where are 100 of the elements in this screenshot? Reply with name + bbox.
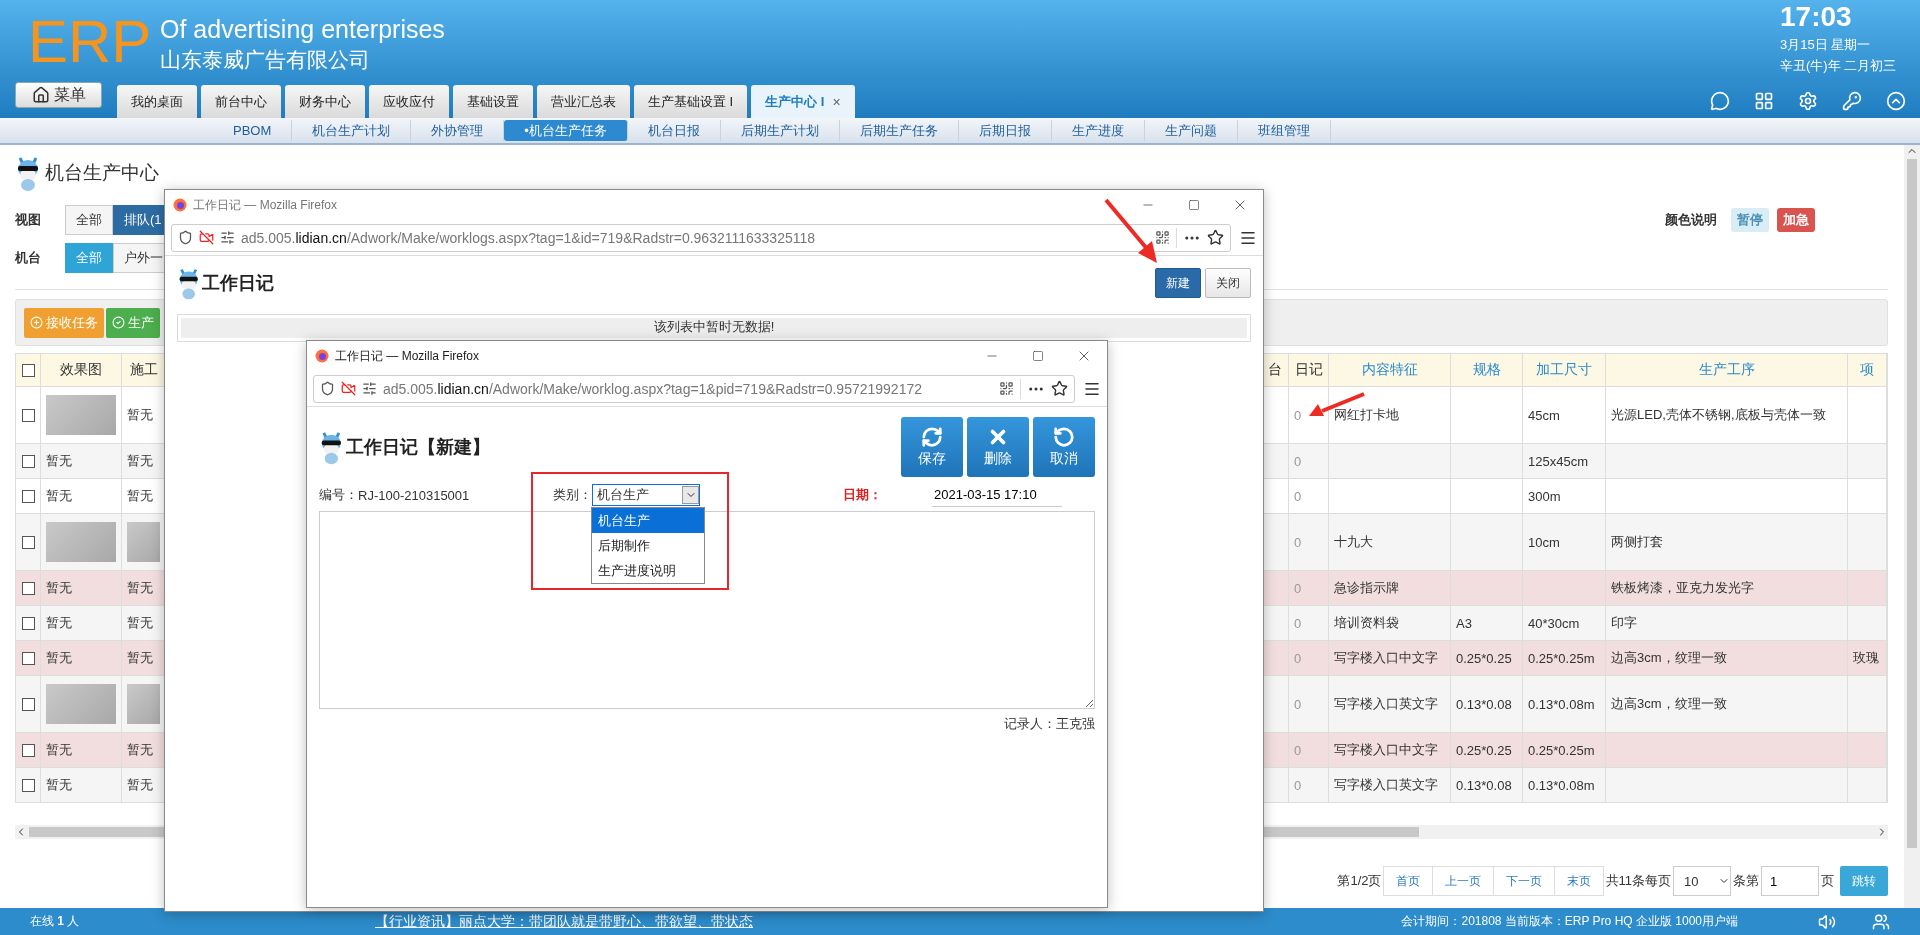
- table-cell: 十九大: [1329, 514, 1451, 570]
- table-cell: 0.13*0.08m: [1523, 768, 1606, 802]
- subnav-item[interactable]: 机台生产计划: [292, 120, 412, 141]
- checkbox[interactable]: [21, 697, 35, 711]
- bookmark-star-icon[interactable]: [1207, 229, 1224, 246]
- page-info: 第1/2页: [1336, 872, 1383, 890]
- nav-tab[interactable]: 营业汇总表: [537, 85, 630, 118]
- address-bar[interactable]: ad5.005.lidian.cn/Adwork/Make/worklogs.aspx?tag=1&id=719&Radstr=0.9632111633325118: [171, 223, 1231, 252]
- pager-button[interactable]: 下一页: [1492, 866, 1555, 896]
- pager-button[interactable]: 首页: [1382, 866, 1433, 896]
- checkbox[interactable]: [21, 535, 35, 549]
- subnav-item[interactable]: 后期生产任务: [839, 120, 959, 141]
- page-size-select[interactable]: 10: [1673, 866, 1731, 896]
- subnav-item[interactable]: 后期生产计划: [720, 120, 840, 141]
- table-cell: 125x45cm: [1523, 444, 1606, 478]
- category-select[interactable]: 机台生产: [592, 484, 700, 506]
- table-cell: 培训资料袋: [1329, 606, 1451, 640]
- table-cell: 暂无: [41, 571, 122, 605]
- news-link[interactable]: 【行业资讯】丽点大学：带团队就是带野心、带欲望、带状态: [375, 912, 753, 931]
- dialog-heading: 工作日记: [202, 272, 275, 296]
- dropdown-option[interactable]: 生产进度说明: [592, 558, 704, 583]
- bookmark-star-icon[interactable]: [1051, 380, 1068, 397]
- grid-icon[interactable]: [1754, 90, 1774, 111]
- toolbar-button[interactable]: 保存: [901, 417, 963, 477]
- checkbox[interactable]: [21, 778, 35, 792]
- column-header[interactable]: 项: [1848, 354, 1887, 386]
- table-cell: 急诊指示牌: [1329, 571, 1451, 605]
- photo-placeholder: [127, 522, 160, 562]
- table-cell: A3: [1451, 606, 1523, 640]
- collapse-icon[interactable]: [1886, 90, 1906, 111]
- maximize-icon: [1032, 350, 1044, 362]
- subnav-item[interactable]: 机台日报: [627, 120, 721, 141]
- chat-icon[interactable]: [1710, 90, 1730, 111]
- shield-icon: [178, 230, 193, 245]
- refresh-icon: [921, 426, 943, 448]
- subnav-item[interactable]: 生产进度: [1051, 120, 1145, 141]
- pager-button[interactable]: 上一页: [1431, 866, 1494, 896]
- checkbox[interactable]: [21, 408, 35, 422]
- key-icon[interactable]: [1842, 90, 1862, 111]
- nav-tab[interactable]: 应收应付: [369, 85, 449, 118]
- tab-close-button[interactable]: ×: [832, 93, 841, 110]
- lunar-date: 辛丑(牛)年 二月初三: [1780, 57, 1898, 76]
- settings-icon[interactable]: [1798, 90, 1818, 111]
- table-cell: 网红打卡地: [1329, 387, 1451, 443]
- filter-option[interactable]: 全部: [65, 205, 113, 235]
- checkbox[interactable]: [21, 616, 35, 630]
- dialog-button[interactable]: 关闭: [1205, 268, 1251, 299]
- subnav-item[interactable]: 生产问题: [1144, 120, 1238, 141]
- checkbox[interactable]: [21, 581, 35, 595]
- field-label: 编号：: [319, 486, 358, 504]
- subnav-item[interactable]: 班组管理: [1237, 120, 1331, 141]
- checkbox[interactable]: [21, 651, 35, 665]
- toolbar-button[interactable]: 取消: [1033, 417, 1095, 477]
- nav-tab[interactable]: 生产基础设置 I: [634, 85, 748, 118]
- subnav-item[interactable]: 后期日报: [958, 120, 1052, 141]
- nav-tab[interactable]: 财务中心: [285, 85, 365, 118]
- page-input[interactable]: 1: [1761, 866, 1819, 896]
- nav-tab[interactable]: 生产中心 I ×: [751, 85, 855, 118]
- page-title: 机台生产中心: [45, 161, 159, 185]
- table-cell: 印字: [1606, 606, 1848, 640]
- users-icon[interactable]: [1872, 912, 1890, 931]
- sliders-icon: [220, 230, 235, 245]
- field-value: RJ-100-210315001: [358, 487, 470, 503]
- table-cell: 0.25*0.25: [1451, 641, 1523, 675]
- checkbox[interactable]: [21, 454, 35, 468]
- subnav-item[interactable]: PBOM: [213, 120, 293, 141]
- nav-tab[interactable]: 基础设置: [453, 85, 533, 118]
- address-bar[interactable]: ad5.005.lidian.cn/Adwork/Make/worklog.aspx?tag=1&pid=719&Radstr=0.95721992172: [313, 374, 1075, 403]
- vertical-scrollbar[interactable]: [1904, 145, 1920, 908]
- toolbar-button[interactable]: 删除: [967, 417, 1029, 477]
- checkbox[interactable]: [21, 743, 35, 757]
- table-cell: 0: [1289, 444, 1329, 478]
- column-header[interactable]: 生产工序: [1606, 354, 1848, 386]
- table-cell: 0: [1289, 606, 1329, 640]
- dropdown-option[interactable]: 后期制作: [592, 533, 704, 558]
- legend-tag: 加急: [1777, 208, 1815, 232]
- qr-code-icon[interactable]: [999, 381, 1014, 396]
- checkbox[interactable]: [21, 363, 35, 377]
- nav-tab[interactable]: 前台中心: [201, 85, 281, 118]
- checkbox[interactable]: [21, 489, 35, 503]
- nav-tab[interactable]: 我的桌面: [117, 85, 197, 118]
- volume-icon[interactable]: [1818, 912, 1836, 931]
- pager-button[interactable]: 末页: [1553, 866, 1604, 896]
- table-cell: 暂无: [41, 444, 122, 478]
- menu-button[interactable]: 菜单: [15, 82, 102, 108]
- maximize-icon: [1188, 199, 1200, 211]
- table-cell: 铁板烤漆，亚克力发光字: [1606, 571, 1848, 605]
- table-cell: 0.25*0.25m: [1523, 733, 1606, 767]
- subnav-item[interactable]: •机台生产任务: [504, 120, 628, 141]
- table-cell: 0: [1289, 676, 1329, 732]
- photo-placeholder: [127, 684, 160, 724]
- column-header[interactable]: 规格: [1451, 354, 1523, 386]
- column-header[interactable]: 加工尺寸: [1523, 354, 1606, 386]
- legend-tag: 暂停: [1731, 208, 1769, 232]
- qr-code-icon[interactable]: [1155, 230, 1170, 245]
- dropdown-option[interactable]: 机台生产: [592, 508, 704, 533]
- dialog-button[interactable]: 新建: [1155, 268, 1201, 299]
- clock-date: 3月15日 星期一: [1780, 35, 1872, 54]
- column-header[interactable]: 内容特征: [1329, 354, 1451, 386]
- table-cell: 0: [1289, 641, 1329, 675]
